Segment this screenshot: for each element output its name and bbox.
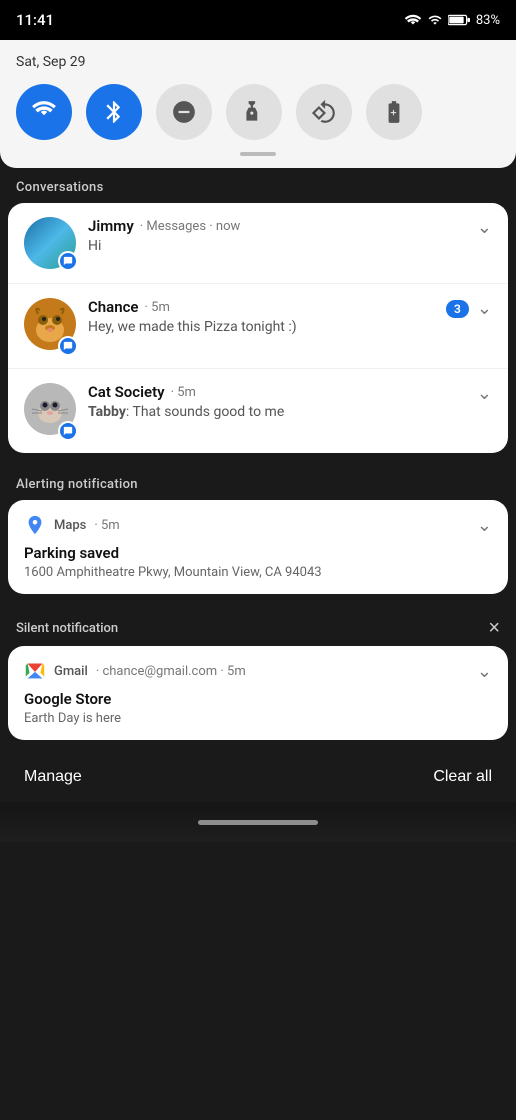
chance-header: Chance · 5m — [88, 298, 438, 316]
maps-notif-title: Parking saved — [24, 544, 492, 562]
gmail-notif-title: Google Store — [24, 690, 492, 708]
jimmy-name: Jimmy — [88, 217, 134, 235]
maps-app-row: Maps · 5m — [24, 514, 120, 536]
rotation-toggle[interactable] — [296, 84, 352, 140]
chance-message: Hey, we made this Pizza tonight :) — [88, 319, 438, 335]
cat-society-actions: ⌄ — [477, 383, 492, 404]
cat-society-msg-text: That sounds good to me — [132, 404, 284, 420]
maps-pin-icon — [24, 514, 46, 536]
cat-society-chevron-icon[interactable]: ⌄ — [477, 383, 492, 404]
status-time: 11:41 — [16, 11, 54, 29]
chance-actions: 3 ⌄ — [446, 298, 492, 319]
jimmy-app-badge — [58, 251, 78, 271]
messages-badge-icon-3 — [63, 426, 73, 436]
cat-society-name: Cat Society — [88, 383, 165, 401]
gmail-notification[interactable]: Gmail · chance@gmail.com · 5m ⌄ Google S… — [8, 646, 508, 740]
cat-society-header: Cat Society · 5m — [88, 383, 469, 401]
silent-section: Silent notification × Gmail · chance@g — [0, 606, 516, 740]
home-indicator — [198, 820, 318, 825]
jimmy-chevron-icon[interactable]: ⌄ — [477, 217, 492, 238]
alerting-card: Maps · 5m ⌄ Parking saved 1600 Amphithea… — [8, 500, 508, 594]
chance-chevron-icon[interactable]: ⌄ — [477, 298, 492, 319]
chance-unread-badge: 3 — [446, 300, 469, 318]
chance-name: Chance — [88, 298, 139, 316]
flashlight-toggle[interactable] — [226, 84, 282, 140]
alerting-section: Alerting notification Maps · 5m ⌄ Parkin… — [0, 465, 516, 594]
jimmy-avatar-wrap — [24, 217, 76, 269]
battery-percent: 83% — [476, 13, 500, 28]
dnd-toggle[interactable] — [156, 84, 212, 140]
date-display: Sat, Sep 29 — [16, 54, 500, 70]
toggle-row — [16, 84, 500, 140]
chance-meta: · 5m — [145, 300, 170, 315]
silent-card: Gmail · chance@gmail.com · 5m ⌄ Google S… — [8, 646, 508, 740]
battery-saver-toggle-icon — [381, 99, 407, 125]
bluetooth-toggle-icon — [101, 99, 127, 125]
maps-notif-time: · 5m — [94, 518, 119, 533]
cat-avatar-wrap — [24, 383, 76, 439]
gmail-notif-body: Earth Day is here — [24, 711, 492, 726]
home-indicator-area — [0, 802, 516, 842]
conversations-card: Jimmy · Messages · now Hi ⌄ — [8, 203, 508, 453]
cat-society-content: Cat Society · 5m Tabby: That sounds good… — [88, 383, 469, 420]
jimmy-content: Jimmy · Messages · now Hi — [88, 217, 469, 254]
maps-notif-body: 1600 Amphitheatre Pkwy, Mountain View, C… — [24, 565, 492, 580]
manage-button[interactable]: Manage — [24, 768, 82, 786]
maps-notif-header: Maps · 5m ⌄ — [24, 514, 492, 536]
flashlight-toggle-icon — [241, 99, 267, 125]
jimmy-header: Jimmy · Messages · now — [88, 217, 469, 235]
messages-badge-icon-2 — [63, 341, 73, 351]
maps-notification[interactable]: Maps · 5m ⌄ Parking saved 1600 Amphithea… — [8, 500, 508, 594]
quick-settings-panel: Sat, Sep 29 — [0, 40, 516, 168]
jimmy-actions: ⌄ — [477, 217, 492, 238]
conversations-label: Conversations — [0, 168, 516, 203]
bottom-bar: Manage Clear all — [0, 752, 516, 802]
maps-app-name: Maps — [54, 518, 86, 533]
chance-badge-inner — [60, 338, 76, 354]
cat-society-message: Tabby: That sounds good to me — [88, 404, 469, 420]
gmail-chevron-icon[interactable]: ⌄ — [477, 661, 492, 682]
gmail-app-row: Gmail · chance@gmail.com · 5m — [24, 660, 246, 682]
battery-saver-toggle[interactable] — [366, 84, 422, 140]
silent-label-row: Silent notification × — [0, 606, 516, 646]
silent-close-button[interactable]: × — [488, 618, 500, 638]
chance-avatar-wrap — [24, 298, 76, 354]
battery-status-icon — [448, 14, 470, 26]
cat-society-meta: · 5m — [171, 385, 196, 400]
signal-status-icon — [428, 13, 442, 27]
status-bar: 11:41 83% — [0, 0, 516, 40]
clear-all-button[interactable]: Clear all — [433, 768, 492, 786]
wifi-toggle[interactable] — [16, 84, 72, 140]
alerting-label: Alerting notification — [0, 465, 516, 500]
drag-handle — [240, 152, 276, 156]
cat-badge-inner — [60, 423, 76, 439]
silent-label: Silent notification — [16, 621, 118, 636]
messages-badge-icon — [63, 256, 73, 266]
gmail-notif-header: Gmail · chance@gmail.com · 5m ⌄ — [24, 660, 492, 682]
cat-app-badge — [58, 421, 78, 441]
gmail-icon — [24, 660, 46, 682]
wifi-status-icon — [404, 13, 422, 27]
wifi-toggle-icon — [31, 99, 57, 125]
gmail-app-name: Gmail — [54, 664, 88, 679]
bluetooth-toggle[interactable] — [86, 84, 142, 140]
chance-content: Chance · 5m Hey, we made this Pizza toni… — [88, 298, 438, 335]
conversation-chance[interactable]: Chance · 5m Hey, we made this Pizza toni… — [8, 284, 508, 369]
status-icons: 83% — [404, 13, 500, 28]
cat-society-sender: Tabby — [88, 404, 126, 420]
jimmy-message: Hi — [88, 238, 469, 254]
conversation-cat-society[interactable]: Cat Society · 5m Tabby: That sounds good… — [8, 369, 508, 453]
conversation-jimmy[interactable]: Jimmy · Messages · now Hi ⌄ — [8, 203, 508, 284]
jimmy-badge-inner — [60, 253, 76, 269]
chance-app-badge — [58, 336, 78, 356]
rotation-toggle-icon — [311, 99, 337, 125]
gmail-email: · chance@gmail.com · 5m — [96, 664, 246, 679]
maps-chevron-icon[interactable]: ⌄ — [477, 515, 492, 536]
dnd-toggle-icon — [171, 99, 197, 125]
jimmy-meta: · Messages · now — [140, 219, 241, 234]
